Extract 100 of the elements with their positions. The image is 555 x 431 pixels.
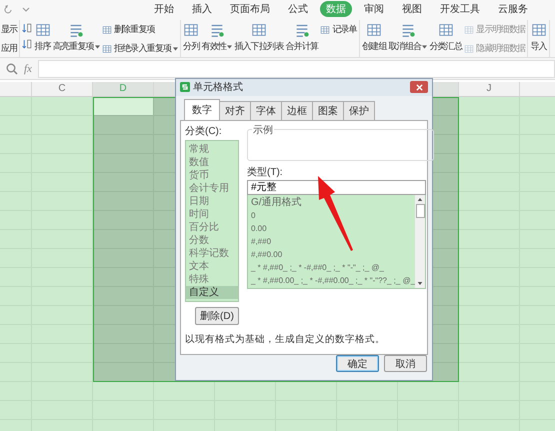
sheet-cell[interactable] (32, 325, 93, 344)
dropdown-icon[interactable] (22, 5, 30, 13)
sheet-cell[interactable] (93, 287, 154, 306)
sheet-cell[interactable] (459, 306, 520, 325)
ribbon-button[interactable]: 记录单 (319, 22, 358, 37)
menu-tab[interactable]: 云服务 (492, 1, 534, 17)
ribbon-button[interactable]: 应用 (0, 41, 18, 56)
sheet-cell[interactable] (32, 344, 93, 363)
dialog-button[interactable]: 确定 (336, 355, 379, 372)
sheet-cell[interactable] (32, 268, 93, 287)
category-item[interactable]: 特殊 (186, 272, 238, 286)
sheet-cell[interactable] (337, 382, 398, 401)
sheet-cell[interactable] (459, 344, 520, 363)
type-option[interactable]: #,##0 (248, 234, 416, 248)
ribbon-button[interactable]: 排序 (33, 20, 52, 55)
sheet-cell[interactable] (32, 287, 93, 306)
formula-input[interactable] (38, 60, 555, 78)
close-button[interactable] (410, 81, 428, 94)
category-item[interactable]: 分数 (186, 234, 238, 247)
ribbon-button[interactable]: 分类汇总 (428, 20, 464, 55)
sheet-cell[interactable] (93, 116, 154, 135)
sheet-cell[interactable] (215, 382, 276, 401)
sheet-cell[interactable] (32, 382, 93, 401)
sheet-cell[interactable] (459, 249, 520, 268)
menu-tab[interactable]: 页面布局 (224, 1, 276, 17)
redo-icon[interactable] (4, 4, 14, 14)
category-item[interactable]: 常规 (186, 142, 238, 156)
ribbon-button[interactable]: 有效性 (200, 20, 234, 55)
ribbon-button[interactable]: 取消组合 (387, 20, 428, 55)
menu-tab[interactable]: 视图 (396, 1, 428, 17)
menu-tab[interactable]: 开发工具 (434, 1, 486, 17)
type-option[interactable]: _ * #,##0.00_ ;_ * -#,##0.00_ ;_ * "-"??_ ;_ @_ (248, 274, 416, 287)
category-item[interactable]: 科学记数 (186, 246, 238, 260)
scroll-thumb[interactable] (416, 204, 425, 218)
ribbon-button[interactable]: 导入 (529, 20, 548, 55)
ribbon-button[interactable]: 删除重复项 (100, 22, 180, 37)
category-item[interactable]: 文本 (186, 260, 238, 273)
ribbon-button[interactable]: 合并计算 (284, 20, 320, 55)
ribbon-button[interactable]: 高亮重复项 (52, 20, 101, 55)
sheet-cell[interactable] (398, 382, 459, 401)
dialog-tab[interactable]: 图案 (312, 100, 344, 120)
sheet-cell[interactable] (93, 230, 154, 249)
type-option[interactable]: 0 (248, 208, 416, 222)
column-header[interactable]: J (459, 82, 520, 96)
sheet-cell[interactable] (459, 211, 520, 230)
sheet-cell[interactable] (459, 173, 520, 192)
sheet-cell[interactable] (32, 173, 93, 192)
sheet-cell[interactable] (459, 97, 520, 116)
category-item[interactable]: 自定义 (186, 286, 238, 299)
type-option[interactable]: #,##0.00 (248, 248, 416, 261)
zoom-icon[interactable] (6, 62, 18, 74)
sheet-cell[interactable] (93, 173, 154, 192)
sheet-cell[interactable] (0, 97, 32, 116)
sheet-cell[interactable] (93, 306, 154, 325)
type-option[interactable]: 0.00 (248, 222, 416, 235)
ribbon-button[interactable]: 创建组 (360, 20, 388, 55)
sheet-cell[interactable] (459, 192, 520, 211)
menu-tab[interactable]: 插入 (186, 1, 218, 17)
sheet-cell[interactable] (93, 154, 154, 173)
sheet-cell[interactable] (32, 306, 93, 325)
sheet-cell[interactable] (93, 211, 154, 230)
sheet-cell[interactable] (32, 363, 93, 382)
category-item[interactable]: 数值 (186, 156, 238, 169)
menu-tab[interactable]: 审阅 (358, 1, 390, 17)
menu-tab[interactable]: 开始 (148, 1, 180, 17)
sheet-cell[interactable] (459, 287, 520, 306)
sheet-cell[interactable] (32, 211, 93, 230)
ribbon-button[interactable]: 拒绝录入重复项 (100, 41, 180, 56)
sheet-cell[interactable] (32, 230, 93, 249)
dialog-tab[interactable]: 数字 (184, 98, 220, 120)
sheet-cell[interactable] (93, 268, 154, 287)
delete-button[interactable]: 删除(D) (195, 306, 239, 325)
dialog-tab[interactable]: 保护 (343, 100, 375, 120)
sheet-cell[interactable] (93, 344, 154, 363)
sheet-cell[interactable] (276, 382, 337, 401)
ribbon-button[interactable]: 显示 (0, 22, 18, 37)
sheet-cell[interactable] (32, 154, 93, 173)
sheet-cell[interactable] (459, 135, 520, 154)
sheet-cell[interactable] (32, 135, 93, 154)
menu-tab[interactable]: 公式 (282, 1, 314, 17)
dialog-tab[interactable]: 对齐 (219, 100, 251, 120)
dialog-button[interactable]: 取消 (384, 355, 427, 372)
category-item[interactable]: 日期 (186, 194, 238, 208)
sheet-cell[interactable] (93, 135, 154, 154)
sheet-cell[interactable] (93, 382, 154, 401)
sheet-cell[interactable] (93, 325, 154, 344)
sort-icon-button[interactable] (21, 38, 34, 50)
sheet-cell[interactable] (93, 249, 154, 268)
sheet-cell[interactable] (459, 382, 520, 401)
sheet-cell[interactable] (459, 268, 520, 287)
category-item[interactable]: 货币 (186, 168, 238, 182)
sheet-cell[interactable] (93, 192, 154, 211)
type-option[interactable]: _ * #,##0_ ;_ * -#,##0_ ;_ * "-"_ ;_ @_ (248, 260, 416, 274)
dialog-tab[interactable]: 边框 (281, 100, 313, 120)
type-option[interactable]: G/通用格式 (248, 196, 416, 209)
sheet-cell[interactable] (459, 230, 520, 249)
sheet-cell[interactable] (154, 382, 215, 401)
sheet-cell[interactable] (459, 363, 520, 382)
sheet-cell[interactable] (93, 97, 154, 116)
sheet-cell[interactable] (32, 116, 93, 135)
